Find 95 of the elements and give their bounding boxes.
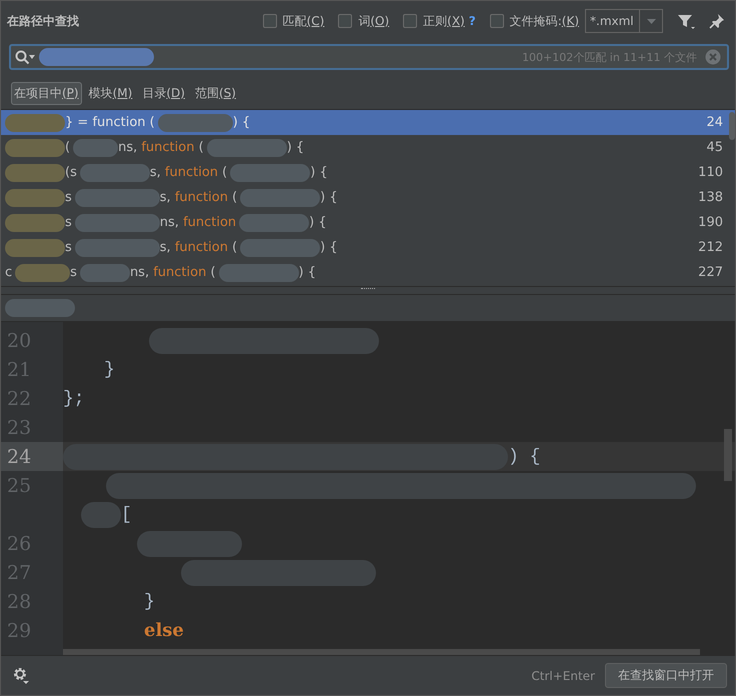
code-text: c bbox=[5, 265, 12, 280]
keyword-text: function bbox=[164, 165, 218, 180]
checkbox[interactable] bbox=[403, 14, 418, 28]
code-text: ns, bbox=[130, 265, 150, 280]
result-row[interactable]: s ns, function ) { 190 bbox=[1, 210, 735, 235]
scrollbar[interactable] bbox=[729, 112, 735, 140]
code-text: ( bbox=[198, 140, 204, 155]
help-link[interactable]: ? bbox=[468, 14, 476, 28]
clear-icon[interactable] bbox=[705, 49, 721, 65]
code-text: ) { bbox=[508, 446, 540, 466]
code-text: ( bbox=[221, 165, 228, 180]
code-text: s, bbox=[160, 240, 172, 255]
redaction-blur bbox=[5, 114, 65, 132]
code-text: ) { bbox=[320, 240, 338, 255]
keyword-text: function bbox=[92, 115, 146, 130]
code-text: }; bbox=[63, 388, 85, 408]
dialog-title: 在路径中查找 bbox=[7, 12, 79, 30]
keyword-text: function bbox=[174, 240, 228, 255]
line-number: 212 bbox=[698, 240, 723, 255]
code-text: } bbox=[104, 360, 115, 380]
code-text: ) { bbox=[310, 165, 328, 180]
code-text: ( bbox=[231, 190, 238, 205]
line-number: 138 bbox=[698, 190, 723, 205]
result-row[interactable]: s s, function ( ) { 212 bbox=[1, 235, 735, 260]
option-label[interactable]: 文件掩码:(K) bbox=[510, 12, 579, 30]
code-text: ( bbox=[231, 240, 238, 255]
redaction-blur bbox=[5, 138, 65, 156]
redaction-blur bbox=[5, 188, 65, 206]
result-row[interactable]: c s ns, function ( ) { 227 bbox=[1, 260, 735, 285]
code-text: s, bbox=[160, 190, 172, 205]
code-text: } = bbox=[65, 115, 90, 130]
search-icon bbox=[15, 50, 35, 64]
scope-tab[interactable]: 目录(D) bbox=[139, 82, 188, 104]
code-text: s bbox=[65, 190, 72, 205]
code-text: s bbox=[65, 215, 72, 230]
redaction-blur bbox=[80, 164, 150, 182]
code-text: ( bbox=[65, 140, 70, 155]
code-text: ns, bbox=[160, 215, 180, 230]
result-row[interactable]: ( ns, function ( ) { 45 bbox=[1, 135, 735, 160]
code-text: ) { bbox=[320, 190, 338, 205]
shortcut-hint: Ctrl+Enter bbox=[531, 668, 595, 682]
result-row[interactable]: s s, function ( ) { 138 bbox=[1, 185, 735, 210]
line-number: 24 bbox=[706, 115, 723, 130]
pin-icon[interactable] bbox=[709, 13, 725, 29]
code-text: ns, bbox=[118, 140, 138, 155]
line-number: 110 bbox=[698, 165, 723, 180]
result-row[interactable]: (s s, function ( ) { 110 bbox=[1, 160, 735, 185]
code-text: [ bbox=[121, 504, 132, 524]
line-number: 190 bbox=[698, 215, 723, 230]
redaction-blur bbox=[5, 238, 65, 256]
splitter-handle[interactable] bbox=[361, 288, 375, 291]
scrollbar[interactable] bbox=[724, 429, 732, 481]
scope-tab[interactable]: 模块(M) bbox=[86, 82, 136, 104]
line-number: 227 bbox=[698, 265, 723, 280]
line-number: 24 bbox=[7, 446, 32, 468]
redaction-blur bbox=[15, 264, 70, 282]
code-text: s bbox=[65, 240, 72, 255]
option-label[interactable]: 词(O) bbox=[358, 12, 390, 30]
redaction-blur bbox=[73, 138, 118, 156]
code-text: s bbox=[70, 265, 77, 280]
option-label[interactable]: 匹配(C) bbox=[282, 12, 324, 30]
checkbox[interactable] bbox=[262, 14, 277, 28]
code-text: ) { bbox=[309, 215, 327, 230]
code-text: ) { bbox=[232, 115, 250, 130]
keyword-text: function bbox=[183, 215, 236, 230]
keyword-text: function bbox=[174, 190, 228, 205]
redaction-blur bbox=[81, 502, 121, 528]
scrollbar[interactable] bbox=[63, 649, 700, 655]
redaction-blur bbox=[80, 264, 130, 282]
redaction-blur bbox=[5, 299, 75, 317]
checkbox[interactable] bbox=[338, 14, 352, 28]
dropdown-arrow-icon bbox=[646, 18, 656, 24]
keyword-text: function bbox=[153, 265, 206, 280]
code-text: ) { bbox=[298, 265, 316, 280]
settings-icon[interactable] bbox=[13, 667, 30, 684]
code-text: s, bbox=[150, 165, 162, 180]
code-text: ( bbox=[148, 115, 155, 130]
file-mask-combo[interactable]: *.mxml bbox=[585, 9, 663, 33]
checkbox[interactable] bbox=[490, 14, 504, 28]
open-in-find-window-button[interactable]: 在查找窗口中打开 bbox=[605, 663, 727, 688]
scope-tab[interactable]: 范围(S) bbox=[192, 82, 239, 104]
redaction-blur bbox=[239, 214, 310, 232]
keyword-text: function bbox=[141, 140, 194, 155]
code-text: } bbox=[144, 592, 155, 612]
option-label[interactable]: 正则(X) bbox=[423, 12, 465, 30]
redaction-blur bbox=[5, 164, 65, 182]
code-text: ( bbox=[209, 265, 216, 280]
line-number: 45 bbox=[706, 140, 723, 155]
code-text: (s bbox=[65, 165, 77, 180]
scope-tab[interactable]: 在项目中(P) bbox=[11, 82, 82, 104]
code-text: ) { bbox=[286, 140, 304, 155]
redaction-blur bbox=[5, 214, 65, 232]
filter-icon[interactable] bbox=[677, 13, 695, 29]
result-row[interactable]: } = function ( ) { 24 bbox=[1, 110, 735, 135]
keyword-text: else bbox=[144, 620, 184, 641]
